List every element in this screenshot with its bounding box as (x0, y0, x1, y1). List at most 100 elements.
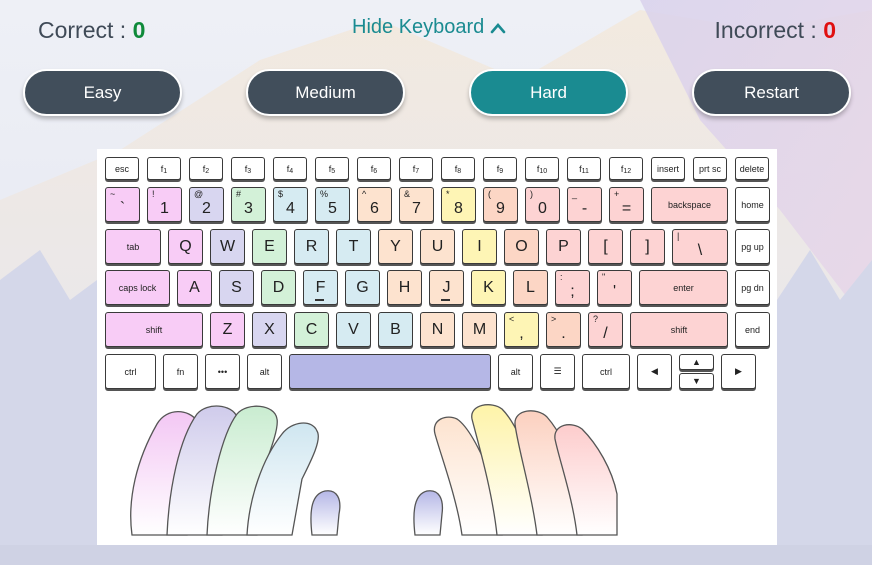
key-6[interactable]: ^ 6 (357, 187, 392, 222)
key-2[interactable]: @2 (189, 187, 224, 222)
key-o[interactable]: O (504, 229, 539, 264)
key-j[interactable]: J (429, 270, 464, 305)
key-l[interactable]: L (513, 270, 548, 305)
key-label: ctrl (124, 366, 137, 377)
key-u[interactable]: U (420, 229, 455, 264)
key-f[interactable]: f5 (315, 157, 349, 180)
hard-button[interactable]: Hard (469, 69, 628, 116)
key--[interactable]: ◀ (637, 354, 672, 389)
key--[interactable]: _ - (567, 187, 602, 222)
key-e[interactable]: E (252, 229, 287, 264)
key-i[interactable]: I (462, 229, 497, 264)
key-insert[interactable]: insert (651, 157, 685, 180)
key-0[interactable]: ) 0 (525, 187, 560, 222)
key-y[interactable]: Y (378, 229, 413, 264)
key-g[interactable]: G (345, 270, 380, 305)
key-4[interactable]: $4 (273, 187, 308, 222)
key--[interactable]: + = (609, 187, 644, 222)
key-1[interactable]: ! 1 (147, 187, 182, 222)
key-f[interactable]: f9 (483, 157, 517, 180)
key-3[interactable]: #3 (231, 187, 266, 222)
key-shift-symbol: ? (593, 314, 599, 324)
key-shift[interactable]: shift (105, 312, 203, 347)
key-enter[interactable]: enter (639, 270, 728, 305)
key-shift-symbol: ( (488, 189, 491, 199)
key-home[interactable]: home (735, 187, 770, 222)
key-5[interactable]: % 5 (315, 187, 350, 222)
key-v[interactable]: V (336, 312, 371, 347)
key--[interactable]: ☰ (540, 354, 575, 389)
key-caps-lock[interactable]: caps lock (105, 270, 170, 305)
key--[interactable]: ? / (588, 312, 623, 347)
medium-button[interactable]: Medium (246, 69, 405, 116)
key-esc[interactable]: esc (105, 157, 139, 180)
key-z[interactable]: Z (210, 312, 245, 347)
key--[interactable]: " ' (597, 270, 632, 305)
key-end[interactable]: end (735, 312, 770, 347)
key-ctrl[interactable]: ctrl (105, 354, 156, 389)
key-f[interactable]: f 11 (567, 157, 601, 180)
key--[interactable]: ~ ` (105, 187, 140, 222)
key-c[interactable]: C (294, 312, 329, 347)
key-m[interactable]: M (462, 312, 497, 347)
key-f[interactable]: f4 (273, 157, 307, 180)
key-f[interactable]: f1 (147, 157, 181, 180)
key--[interactable]: :; (555, 270, 590, 305)
key-r[interactable]: R (294, 229, 329, 264)
key-label: = (621, 199, 632, 217)
key-n[interactable]: N (420, 312, 455, 347)
key-alt[interactable]: alt (247, 354, 282, 389)
key-8[interactable]: * 8 (441, 187, 476, 222)
key-delete[interactable]: delete (735, 157, 769, 180)
key-d[interactable]: D (261, 270, 296, 305)
key-label: D (272, 278, 285, 296)
key-f[interactable]: F (303, 270, 338, 305)
key-q[interactable]: Q (168, 229, 203, 264)
key--[interactable]: ••• (205, 354, 240, 389)
restart-button[interactable]: Restart (692, 69, 851, 116)
key-alt[interactable]: alt (498, 354, 533, 389)
key-spacebar[interactable] (289, 354, 491, 389)
key-f[interactable]: f6 (357, 157, 391, 180)
key-k[interactable]: K (471, 270, 506, 305)
key--[interactable]: ▲ (679, 354, 714, 370)
key-w[interactable]: W (210, 229, 245, 264)
key-f[interactable]: f2 (189, 157, 223, 180)
hide-keyboard-toggle[interactable]: Hide Keyboard (352, 16, 506, 39)
key-a[interactable]: A (177, 270, 212, 305)
key--[interactable]: ] (630, 229, 665, 264)
key--[interactable]: ▼ (679, 373, 714, 389)
key--[interactable]: <, (504, 312, 539, 347)
key-f[interactable]: f7 (399, 157, 433, 180)
key-label: shift (670, 324, 688, 335)
key--[interactable]: >. (546, 312, 581, 347)
key-s[interactable]: S (219, 270, 254, 305)
key-f[interactable]: f 12 (609, 157, 643, 180)
key-b[interactable]: B (378, 312, 413, 347)
key-label: / (603, 324, 608, 342)
key-pg-up[interactable]: pg up (735, 229, 770, 264)
key-shift[interactable]: shift (630, 312, 728, 347)
key--[interactable]: | \ (672, 229, 728, 264)
key-9[interactable]: (9 (483, 187, 518, 222)
key-label: M (472, 320, 487, 338)
key--[interactable]: ▶ (721, 354, 756, 389)
key-fn[interactable]: fn (163, 354, 198, 389)
key-f[interactable]: f3 (231, 157, 265, 180)
key-backspace[interactable]: backspace (651, 187, 728, 222)
key-x[interactable]: X (252, 312, 287, 347)
key-p[interactable]: P (546, 229, 581, 264)
key-tab[interactable]: tab (105, 229, 161, 264)
key-prt-sc[interactable]: prt sc (693, 157, 727, 180)
key-f[interactable]: f8 (441, 157, 475, 180)
key-ctrl[interactable]: ctrl (582, 354, 630, 389)
easy-button[interactable]: Easy (23, 69, 182, 116)
key-h[interactable]: H (387, 270, 422, 305)
key-label: ▼ (692, 376, 701, 386)
key-7[interactable]: & 7 (399, 187, 434, 222)
key-f[interactable]: f 10 (525, 157, 559, 180)
key-t[interactable]: T (336, 229, 371, 264)
key--[interactable]: [ (588, 229, 623, 264)
key-label: insert (656, 163, 679, 174)
key-pg-dn[interactable]: pg dn (735, 270, 770, 305)
